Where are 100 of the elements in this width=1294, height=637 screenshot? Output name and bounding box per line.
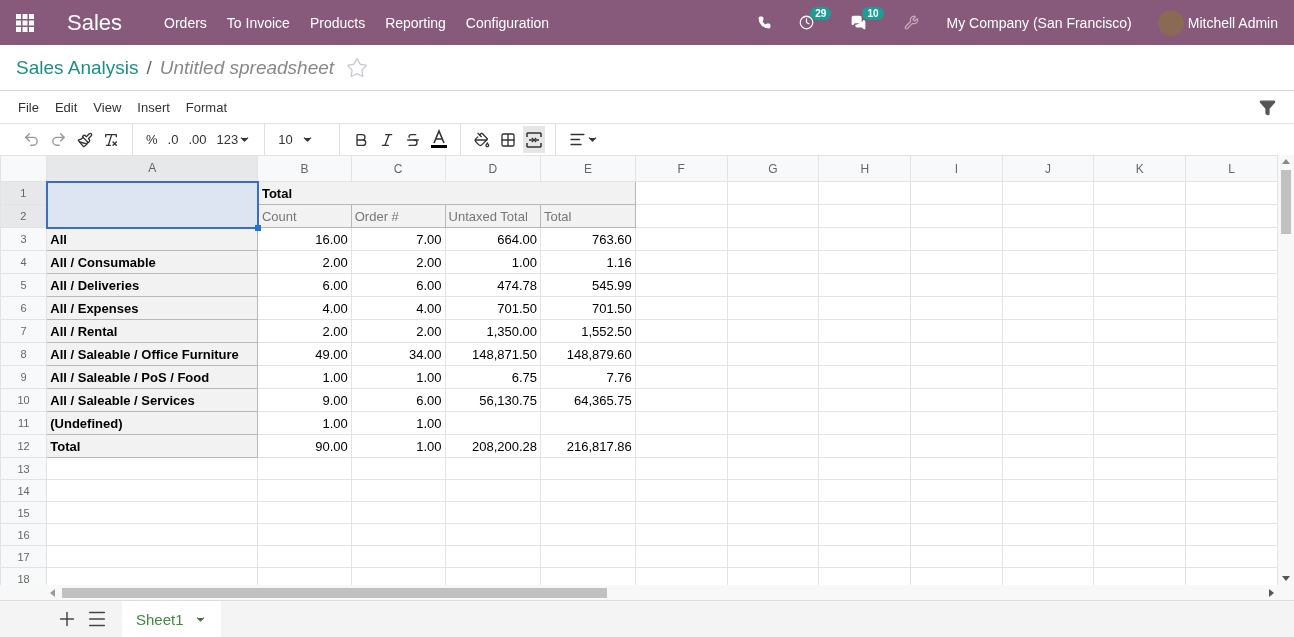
merge-cells-icon[interactable] [522, 126, 545, 153]
activity-count: 29 [810, 7, 832, 20]
table-cell: 1.00 [351, 434, 445, 458]
column-letter[interactable]: C [351, 155, 445, 182]
row-number[interactable]: 3 [0, 227, 47, 251]
sheet-tab[interactable]: Sheet1 [122, 601, 221, 637]
table-cell: 1,552.50 [540, 319, 636, 343]
column-letter[interactable]: L [1185, 155, 1278, 182]
table-cell: 4.00 [351, 296, 445, 320]
selected-cell[interactable] [46, 181, 258, 228]
row-number[interactable]: 14 [0, 479, 47, 502]
row-number[interactable]: 17 [0, 545, 47, 568]
nav-menu-item[interactable]: To Invoice [226, 14, 290, 31]
scroll-right-icon[interactable] [1269, 588, 1274, 597]
font-size-dropdown[interactable]: 10 [275, 126, 317, 153]
row-number[interactable]: 1 [0, 181, 47, 205]
increase-decimals-button[interactable]: .00 [185, 126, 210, 153]
user-menu[interactable]: Mitchell Admin [1187, 14, 1278, 31]
menu-item[interactable]: Edit [54, 99, 78, 115]
table-cell: 545.99 [540, 273, 636, 297]
star-icon[interactable] [346, 56, 369, 79]
table-cell: 7.76 [540, 365, 636, 389]
column-letter[interactable]: F [635, 155, 728, 182]
row-number[interactable]: 16 [0, 523, 47, 546]
table-cell: 90.00 [257, 434, 352, 458]
row-label: All / Saleable / Office Furniture [46, 342, 258, 366]
table-cell: 34.00 [351, 342, 445, 366]
menu-item[interactable]: Insert [137, 99, 170, 115]
table-cell: 2.00 [351, 319, 445, 343]
messages-icon[interactable] [851, 15, 867, 30]
row-number[interactable]: 5 [0, 273, 47, 297]
company-switcher[interactable]: My Company (San Francisco) [946, 14, 1132, 31]
column-letter[interactable]: G [727, 155, 819, 182]
filter-icon[interactable] [1259, 98, 1276, 116]
table-cell: 216,817.86 [540, 434, 636, 458]
row-number[interactable]: 9 [0, 365, 47, 389]
column-letter[interactable]: A [46, 155, 258, 182]
nav-menu-item[interactable]: Products [309, 14, 366, 31]
table-cell: 6.00 [257, 273, 352, 297]
activity-icon[interactable] [799, 15, 815, 30]
table-cell: 1,350.00 [445, 319, 541, 343]
row-number[interactable]: 10 [0, 388, 47, 412]
table-cell: 1.00 [257, 411, 352, 435]
column-letter[interactable]: I [910, 155, 1003, 182]
row-label: All / Saleable / Services [46, 388, 258, 412]
scroll-left-icon[interactable] [50, 588, 55, 597]
row-number[interactable]: 4 [0, 250, 47, 274]
number-format-dropdown[interactable]: 123 [213, 126, 255, 153]
column-letter[interactable]: D [445, 155, 541, 182]
table-cell: 1.00 [257, 365, 352, 389]
row-number[interactable]: 13 [0, 457, 47, 480]
breadcrumb-link[interactable]: Sales Analysis [16, 56, 139, 79]
scroll-down-icon[interactable] [1282, 576, 1290, 581]
table-cell: 49.00 [257, 342, 352, 366]
menu-item[interactable]: Format [185, 99, 227, 115]
phone-icon[interactable] [758, 16, 772, 29]
nav-menu-item[interactable]: Reporting [385, 14, 446, 31]
table-cell: 16.00 [257, 227, 352, 251]
vertical-scrollbar[interactable] [1278, 155, 1294, 585]
table-cell: 763.60 [540, 227, 636, 251]
decrease-decimals-button[interactable]: .0 [164, 126, 182, 153]
wrench-icon[interactable] [903, 15, 919, 30]
table-cell: 64,365.75 [540, 388, 636, 412]
menu-item[interactable]: File [18, 99, 39, 115]
scroll-thumb[interactable] [1281, 170, 1291, 234]
row-number[interactable]: 6 [0, 296, 47, 320]
horizontal-scrollbar[interactable] [0, 585, 1294, 600]
scroll-up-icon[interactable] [1282, 159, 1290, 164]
table-cell: 1.00 [351, 365, 445, 389]
row-number[interactable]: 12 [0, 434, 47, 458]
table-cell: 1.16 [540, 250, 636, 274]
message-count: 10 [862, 7, 884, 20]
column-letter[interactable]: B [257, 155, 352, 182]
fill-handle[interactable] [254, 224, 261, 231]
nav-menu-item[interactable]: Configuration [465, 14, 550, 31]
row-number[interactable]: 11 [0, 411, 47, 435]
row-label: All / Rental [46, 319, 258, 343]
percent-button[interactable]: % [143, 126, 161, 153]
align-left-icon [568, 131, 586, 148]
column-letter[interactable]: E [540, 155, 636, 182]
table-cell: 474.78 [445, 273, 541, 297]
column-letter[interactable]: H [818, 155, 911, 182]
row-number[interactable]: 2 [0, 204, 47, 228]
nav-menu-item[interactable]: Orders [164, 14, 207, 31]
table-cell: 2.00 [351, 250, 445, 274]
table-cell: 7.00 [351, 227, 445, 251]
apps-menu-icon[interactable] [16, 13, 34, 32]
row-number[interactable]: 15 [0, 501, 47, 524]
row-label: All / Deliveries [46, 273, 258, 297]
menu-item[interactable]: View [93, 99, 122, 115]
table-cell: 6.75 [445, 365, 541, 389]
table-cell: 9.00 [257, 388, 352, 412]
row-number[interactable]: 8 [0, 342, 47, 366]
column-letter[interactable]: J [1002, 155, 1094, 182]
table-cell: 664.00 [445, 227, 541, 251]
app-name[interactable]: Sales [67, 9, 123, 36]
spreadsheet-title[interactable]: Untitled spreadsheet [159, 56, 335, 79]
column-letter[interactable]: K [1093, 155, 1186, 182]
row-number[interactable]: 7 [0, 319, 47, 343]
scroll-thumb[interactable] [62, 587, 607, 598]
